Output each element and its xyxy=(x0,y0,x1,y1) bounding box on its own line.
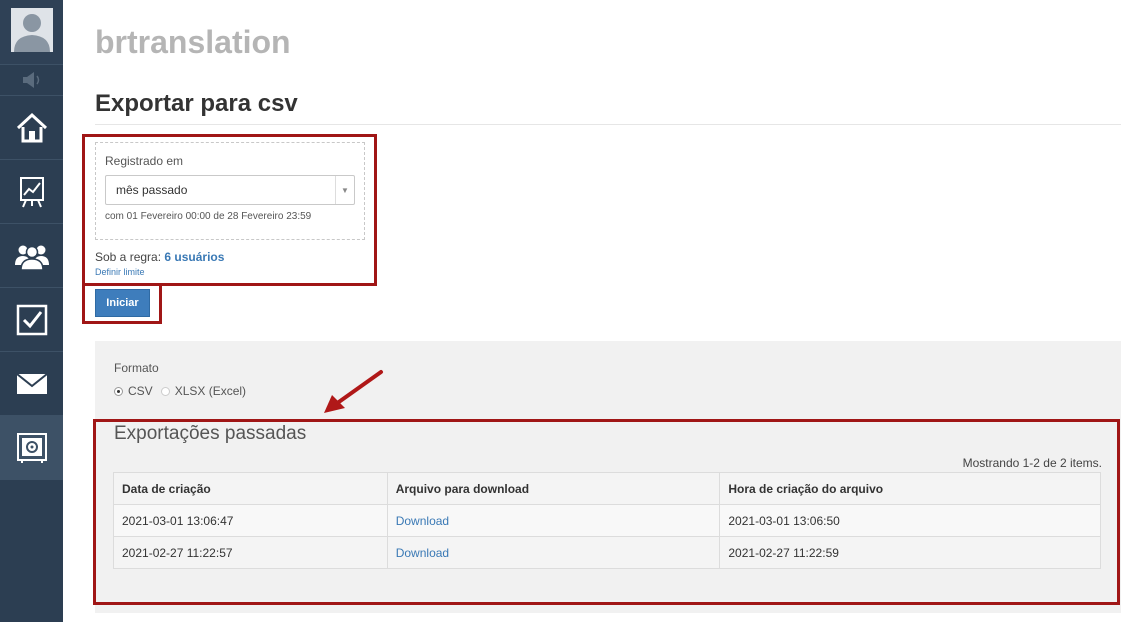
format-option-xlsx-label[interactable]: XLSX (Excel) xyxy=(175,384,246,398)
sidebar-item-users[interactable] xyxy=(0,224,63,288)
users-icon xyxy=(14,245,49,271)
safe-icon xyxy=(16,432,47,463)
sidebar-item-tasks[interactable] xyxy=(0,288,63,352)
highlight-box-filter xyxy=(82,134,377,286)
sidebar-item-home[interactable] xyxy=(0,96,63,160)
envelope-icon xyxy=(15,372,48,394)
announcements-row[interactable] xyxy=(0,64,63,96)
sidebar-item-messages[interactable] xyxy=(0,352,63,416)
user-avatar-icon xyxy=(11,8,53,52)
title-divider xyxy=(95,124,1121,125)
highlight-box-start xyxy=(82,283,162,324)
app-title: brtranslation xyxy=(95,24,291,60)
format-radio-xlsx[interactable] xyxy=(160,386,170,396)
home-icon xyxy=(16,112,47,142)
avatar[interactable] xyxy=(0,0,63,64)
format-option-csv-label[interactable]: CSV xyxy=(128,384,153,398)
megaphone-icon xyxy=(23,72,40,88)
format-options: CSV XLSX (Excel) xyxy=(114,384,254,398)
sidebar-item-statistics[interactable] xyxy=(0,160,63,224)
format-label: Formato xyxy=(114,361,159,375)
sidebar-item-backup[interactable] xyxy=(0,416,63,480)
chart-board-icon xyxy=(19,176,44,207)
checkbox-icon xyxy=(16,304,47,335)
sidebar-filler xyxy=(0,480,63,622)
format-radio-csv[interactable] xyxy=(114,386,123,396)
page-title: Exportar para csv xyxy=(95,90,298,117)
highlight-box-past-exports xyxy=(93,419,1120,605)
sidebar xyxy=(0,0,63,622)
annotation-arrow-icon xyxy=(324,370,383,413)
